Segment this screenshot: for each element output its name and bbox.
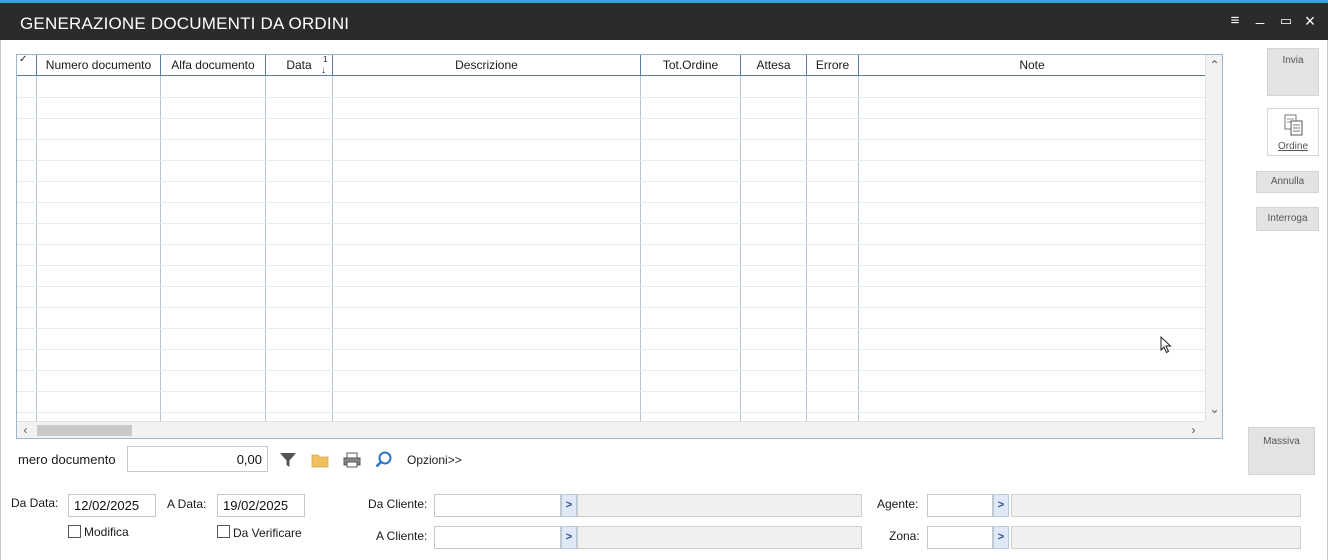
empty-row-line (17, 265, 1205, 266)
title-bar: GENERAZIONE DOCUMENTI DA ORDINI ≡ _ ▭ × (0, 0, 1328, 40)
empty-row-line (17, 412, 1205, 413)
agente-lookup-button[interactable]: > (993, 494, 1009, 517)
massiva-button[interactable]: Massiva (1248, 427, 1315, 475)
window-title: GENERAZIONE DOCUMENTI DA ORDINI (20, 14, 350, 33)
scroll-down-icon[interactable]: ⌄ (1206, 401, 1222, 418)
empty-row-line (17, 181, 1205, 182)
empty-row-line (17, 391, 1205, 392)
agente-label: Agente: (877, 497, 919, 511)
ordine-button[interactable]: Ordine (1267, 108, 1319, 156)
empty-row-line (17, 307, 1205, 308)
orders-grid[interactable]: ✓ Numero documento Alfa documento Data 1… (16, 54, 1223, 439)
modifica-label: Modifica (84, 525, 129, 539)
scroll-corner (1205, 421, 1222, 438)
filter-icon[interactable] (278, 450, 298, 470)
horizontal-scroll-thumb[interactable] (37, 425, 132, 436)
grid-header: ✓ Numero documento Alfa documento Data 1… (17, 55, 1205, 76)
da-data-field[interactable]: 12/02/2025 (68, 494, 156, 517)
da-data-label: Da Data: (11, 496, 59, 510)
a-data-field[interactable]: 19/02/2025 (217, 494, 305, 517)
a-cliente-description (577, 526, 862, 549)
menu-icon[interactable]: ≡ (1226, 12, 1244, 30)
empty-row-line (17, 139, 1205, 140)
zona-description (1011, 526, 1301, 549)
folder-icon[interactable] (310, 450, 330, 470)
horizontal-scrollbar[interactable]: ‹ › (17, 421, 1205, 438)
search-icon[interactable] (374, 450, 394, 470)
maximize-icon[interactable]: ▭ (1277, 12, 1295, 30)
modifica-checkbox[interactable] (68, 525, 81, 538)
a-cliente-field[interactable] (434, 526, 561, 549)
mouse-cursor-icon (1160, 336, 1172, 354)
col-header-descrizione[interactable]: Descrizione (333, 55, 641, 76)
da-verificare-checkbox[interactable] (217, 525, 230, 538)
options-link[interactable]: Opzioni>> (407, 453, 462, 467)
print-icon[interactable] (342, 450, 362, 470)
da-cliente-field[interactable] (434, 494, 561, 517)
scroll-right-icon[interactable]: › (1185, 422, 1202, 438)
da-verificare-label: Da Verificare (233, 526, 302, 540)
col-header-errore[interactable]: Errore (807, 55, 859, 76)
agente-field[interactable] (927, 494, 993, 517)
empty-row-line (17, 244, 1205, 245)
col-header-attesa[interactable]: Attesa (741, 55, 807, 76)
da-cliente-label: Da Cliente: (368, 497, 428, 511)
empty-row-line (17, 160, 1205, 161)
empty-row-line (17, 349, 1205, 350)
ordine-label: Ordine (1277, 141, 1308, 152)
search-input[interactable]: 0,00 (127, 446, 268, 472)
select-all-checkmark[interactable]: ✓ (17, 55, 37, 76)
sort-arrow-icon: ↓ (321, 65, 326, 76)
empty-row-line (17, 202, 1205, 203)
annulla-button[interactable]: Annulla (1256, 171, 1319, 193)
close-icon[interactable]: × (1301, 12, 1319, 30)
col-header-tot-ordine[interactable]: Tot.Ordine (641, 55, 741, 76)
da-cliente-description (577, 494, 862, 517)
interroga-button[interactable]: Interroga (1256, 207, 1319, 231)
zona-field[interactable] (927, 526, 993, 549)
col-header-data[interactable]: Data 1 ↓ (266, 55, 333, 76)
zona-label: Zona: (889, 529, 920, 543)
vertical-scrollbar[interactable]: ⌃ ⌄ (1205, 55, 1222, 421)
col-header-note[interactable]: Note (859, 55, 1205, 76)
search-field-label: mero documento (18, 452, 116, 467)
a-cliente-lookup-button[interactable]: > (561, 526, 577, 549)
a-cliente-label: A Cliente: (376, 529, 428, 543)
col-header-data-label: Data (286, 58, 312, 72)
empty-row-line (17, 118, 1205, 119)
empty-row-line (17, 370, 1205, 371)
empty-row-line (17, 286, 1205, 287)
scroll-left-icon[interactable]: ‹ (17, 422, 34, 438)
scroll-up-icon[interactable]: ⌃ (1206, 57, 1222, 74)
col-header-alfa-documento[interactable]: Alfa documento (161, 55, 266, 76)
empty-row-line (17, 223, 1205, 224)
empty-row-line (17, 328, 1205, 329)
zona-lookup-button[interactable]: > (993, 526, 1009, 549)
empty-row-line (17, 97, 1205, 98)
a-data-label: A Data: (167, 497, 207, 511)
agente-description (1011, 494, 1301, 517)
col-header-numero-documento[interactable]: Numero documento (37, 55, 161, 76)
copy-documents-icon (1284, 114, 1303, 136)
minimize-icon[interactable]: _ (1251, 8, 1269, 26)
da-cliente-lookup-button[interactable]: > (561, 494, 577, 517)
invia-button[interactable]: Invia (1267, 48, 1319, 96)
